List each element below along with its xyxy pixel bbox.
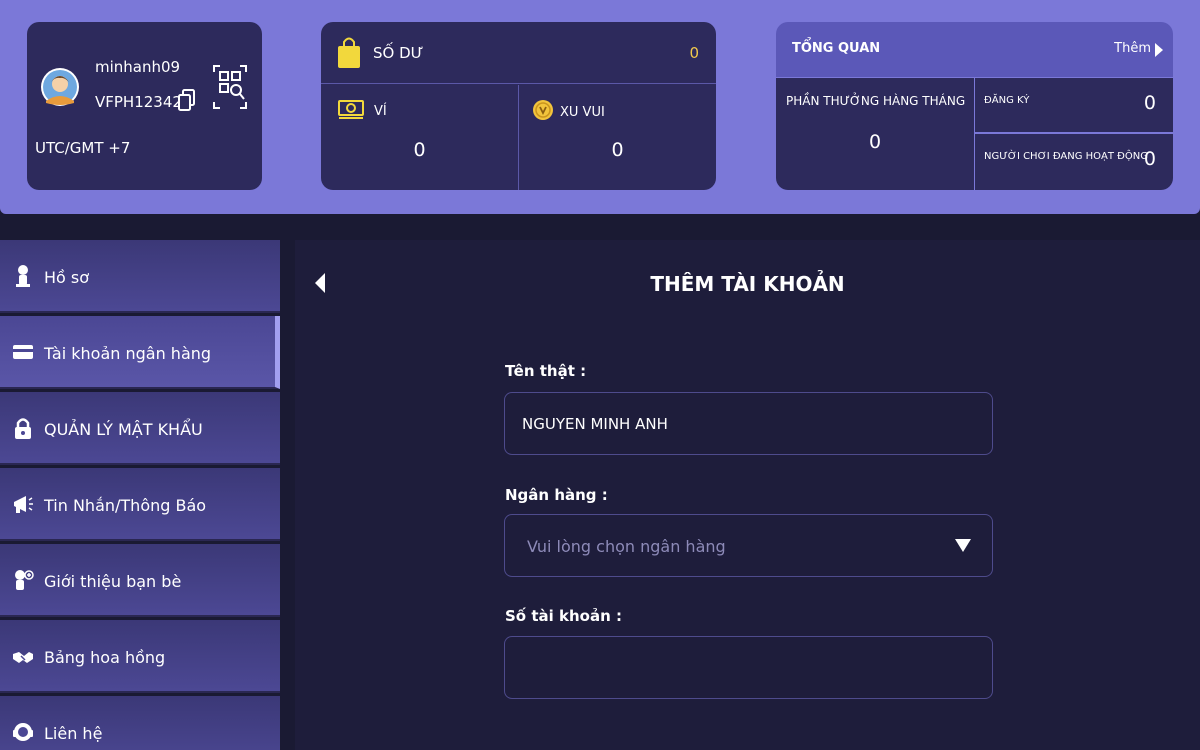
coins-label: XU VUI [560,105,605,120]
active-players-value: 0 [1143,148,1156,170]
sidebar: Hồ sơ Tài khoản ngân hàng QUẢN LÝ MẬT KH… [0,240,282,750]
account-number-label: Số tài khoản : [505,607,622,625]
overview-card: TỔNG QUAN Thêm PHẦN THƯỞNG HÀNG THÁNG 0 … [776,22,1173,190]
add-account-form: THÊM TÀI KHOẢN Tên thật : Ngân hàng : Vu… [295,240,1200,750]
person-icon [12,264,34,288]
user-card: minhanh09 VFPH123429 UTC/GMT +7 [27,22,262,190]
bank-select[interactable]: Vui lòng chọn ngân hàng [504,514,993,577]
overview-header: TỔNG QUAN Thêm [776,22,1173,77]
username: minhanh09 [95,58,181,76]
sidebar-item-referral[interactable]: Giới thiệu bạn bè [0,544,280,617]
registered-value: 0 [1143,92,1156,114]
lock-icon [12,416,34,440]
real-name-input[interactable] [504,392,993,455]
sidebar-item-profile[interactable]: Hồ sơ [0,240,280,313]
registered-panel: ĐĂNG KÝ 0 [975,78,1173,132]
support-icon [12,720,34,744]
monthly-reward-label: PHẦN THƯỞNG HÀNG THÁNG [786,94,966,108]
monthly-reward-panel: PHẦN THƯỞNG HÀNG THÁNG 0 [776,78,974,190]
sidebar-item-label: QUẢN LÝ MẬT KHẨU [44,420,203,439]
balance-title: SỐ DƯ [373,44,424,62]
wallet-panel: VÍ 0 [321,85,519,190]
overview-title: TỔNG QUAN [792,41,881,56]
coins-panel: XU VUI 0 [519,85,716,190]
sidebar-item-label: Tin Nhắn/Thông Báo [44,496,207,515]
add-user-icon [12,568,34,592]
coin-icon [532,99,554,121]
registered-label: ĐĂNG KÝ [984,95,1030,106]
balance-card: SỐ DƯ 0 VÍ 0 XU VUI 0 [321,22,716,190]
page-title: THÊM TÀI KHOẢN [650,272,845,296]
sidebar-item-label: Hồ sơ [44,268,90,287]
active-players-panel: NGƯỜI CHƠI ĐANG HOẠT ĐỘNG 0 [975,134,1173,190]
cash-icon [338,99,364,119]
copy-icon[interactable] [177,88,197,114]
sidebar-item-label: Bảng hoa hồng [44,648,166,667]
sidebar-item-password[interactable]: QUẢN LÝ MẬT KHẨU [0,392,280,465]
account-number-input[interactable] [504,636,993,699]
real-name-label: Tên thật : [505,362,587,380]
card-icon [12,340,34,364]
sidebar-item-contact[interactable]: Liên hệ [0,696,280,750]
qr-scan-icon[interactable] [212,62,248,112]
caret-down-icon [954,537,972,553]
bank-select-placeholder: Vui lòng chọn ngân hàng [527,537,726,556]
top-bar: minhanh09 VFPH123429 UTC/GMT +7 SỐ DƯ 0 … [0,0,1200,214]
sidebar-item-label: Giới thiệu bạn bè [44,572,182,591]
megaphone-icon [12,492,34,516]
monthly-reward-value: 0 [868,131,882,153]
sidebar-item-bank-account[interactable]: Tài khoản ngân hàng [0,316,280,389]
shopping-bag-icon [336,34,362,70]
coins-value: 0 [611,139,624,161]
sidebar-item-commission[interactable]: Bảng hoa hồng [0,620,280,693]
caret-right-icon[interactable] [1154,41,1164,59]
bank-label: Ngân hàng : [505,486,608,504]
handshake-icon [12,644,34,668]
overview-more-link[interactable]: Thêm [1114,41,1151,56]
timezone: UTC/GMT +7 [35,139,131,157]
wallet-label: VÍ [374,104,387,119]
avatar[interactable] [40,57,80,117]
balance-header: SỐ DƯ 0 [321,22,716,84]
wallet-value: 0 [413,139,426,161]
sidebar-item-messages[interactable]: Tin Nhắn/Thông Báo [0,468,280,541]
balance-value: 0 [689,44,699,62]
sidebar-item-label: Liên hệ [44,724,103,743]
active-players-label: NGƯỜI CHƠI ĐANG HOẠT ĐỘNG [984,151,1149,162]
sidebar-item-label: Tài khoản ngân hàng [44,344,212,363]
